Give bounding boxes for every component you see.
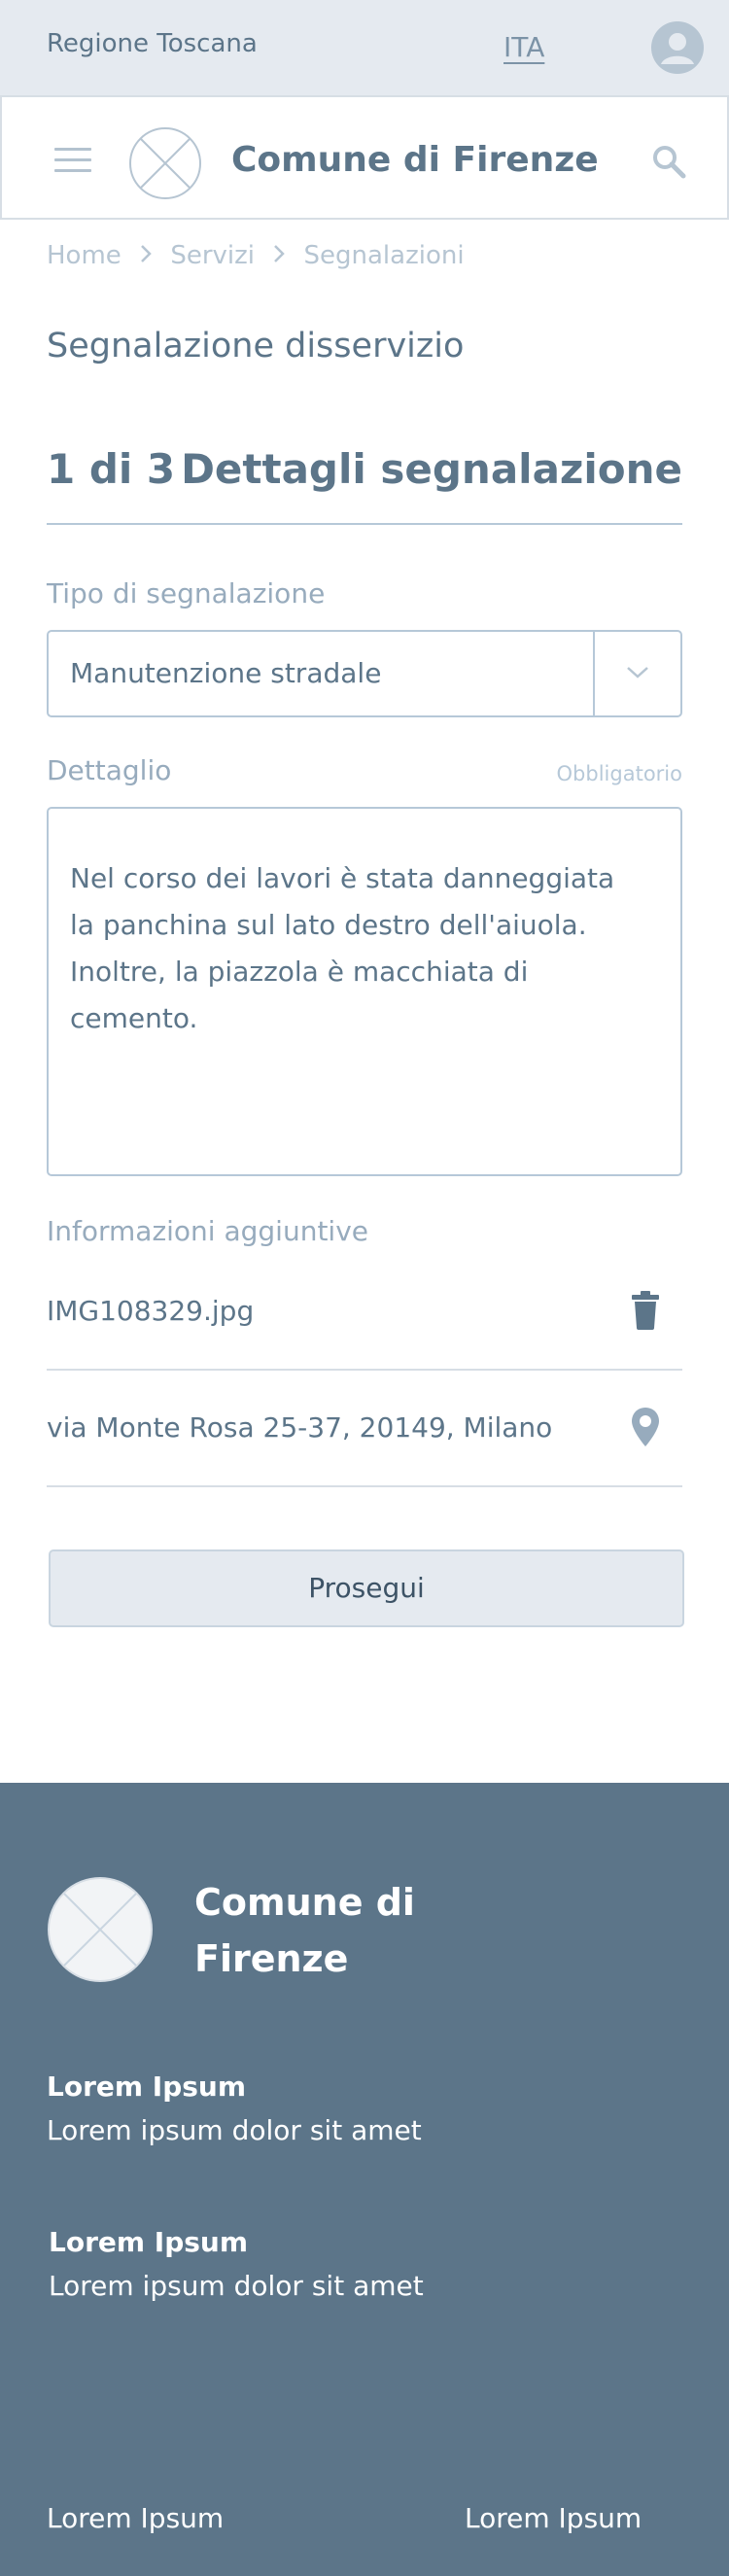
attachment-filename: IMG108329.jpg bbox=[47, 1295, 255, 1327]
detail-textarea[interactable]: Nel corso dei lavori è stata danneggiata… bbox=[47, 807, 682, 1176]
attachment-row: IMG108329.jpg bbox=[47, 1264, 682, 1371]
address-text: via Monte Rosa 25-37, 20149, Milano bbox=[47, 1411, 553, 1444]
required-hint: Obbligatorio bbox=[556, 762, 682, 785]
type-label: Tipo di segnalazione bbox=[47, 577, 326, 609]
footer-logo-icon[interactable] bbox=[47, 1876, 154, 1983]
address-row: via Monte Rosa 25-37, 20149, Milano bbox=[47, 1380, 682, 1487]
footer-title: Comune di Firenze bbox=[194, 1881, 415, 1980]
footer-link[interactable]: Lorem Ipsum bbox=[465, 2502, 642, 2534]
map-pin-icon[interactable] bbox=[630, 1406, 661, 1448]
type-select[interactable]: Manutenzione stradale bbox=[47, 630, 682, 717]
user-avatar-icon[interactable] bbox=[651, 21, 704, 74]
select-divider bbox=[593, 632, 595, 715]
breadcrumb: Home Servizi Segnalazioni bbox=[47, 241, 465, 270]
center-header: Comune di Firenze bbox=[0, 95, 729, 220]
slim-header: Regione Toscana ITA bbox=[0, 0, 729, 95]
trash-icon[interactable] bbox=[630, 1289, 661, 1332]
type-select-value: Manutenzione stradale bbox=[70, 657, 382, 689]
footer-block-heading: Lorem Ipsum bbox=[49, 2226, 249, 2258]
footer-block-heading: Lorem Ipsum bbox=[47, 2071, 247, 2103]
footer-block-text: Lorem ipsum dolor sit amet bbox=[49, 2270, 424, 2302]
breadcrumb-segnalazioni[interactable]: Segnalazioni bbox=[304, 241, 465, 270]
region-name[interactable]: Regione Toscana bbox=[47, 29, 258, 58]
footer-link[interactable]: Lorem Ipsum bbox=[47, 2502, 224, 2534]
footer: Comune di Firenze Lorem Ipsum Lorem ipsu… bbox=[0, 1783, 729, 2576]
step-counter: 1 di 3 bbox=[47, 445, 176, 493]
step-title: Dettagli segnalazione bbox=[181, 445, 682, 493]
site-title[interactable]: Comune di Firenze bbox=[231, 140, 599, 180]
footer-block: Lorem Ipsum Lorem ipsum dolor sit amet bbox=[47, 2071, 422, 2146]
footer-block: Lorem Ipsum Lorem ipsum dolor sit amet bbox=[49, 2226, 424, 2302]
chevron-right-icon bbox=[274, 245, 286, 262]
detail-label: Dettaglio bbox=[47, 754, 172, 786]
hamburger-icon[interactable] bbox=[54, 148, 91, 173]
chevron-down-icon[interactable] bbox=[624, 663, 651, 682]
continue-button[interactable]: Prosegui bbox=[49, 1549, 684, 1627]
extra-info-label: Informazioni aggiuntive bbox=[47, 1215, 369, 1247]
footer-block-text: Lorem ipsum dolor sit amet bbox=[47, 2114, 422, 2146]
breadcrumb-home[interactable]: Home bbox=[47, 241, 122, 270]
logo-placeholder-icon[interactable] bbox=[128, 126, 202, 200]
page-title: Segnalazione disservizio bbox=[47, 327, 465, 366]
language-selector[interactable]: ITA bbox=[503, 31, 544, 63]
search-icon[interactable] bbox=[649, 142, 688, 181]
step-indicator: 1 di 3 Dettagli segnalazione bbox=[47, 445, 682, 525]
chevron-right-icon bbox=[141, 245, 152, 262]
breadcrumb-servizi[interactable]: Servizi bbox=[170, 241, 255, 270]
